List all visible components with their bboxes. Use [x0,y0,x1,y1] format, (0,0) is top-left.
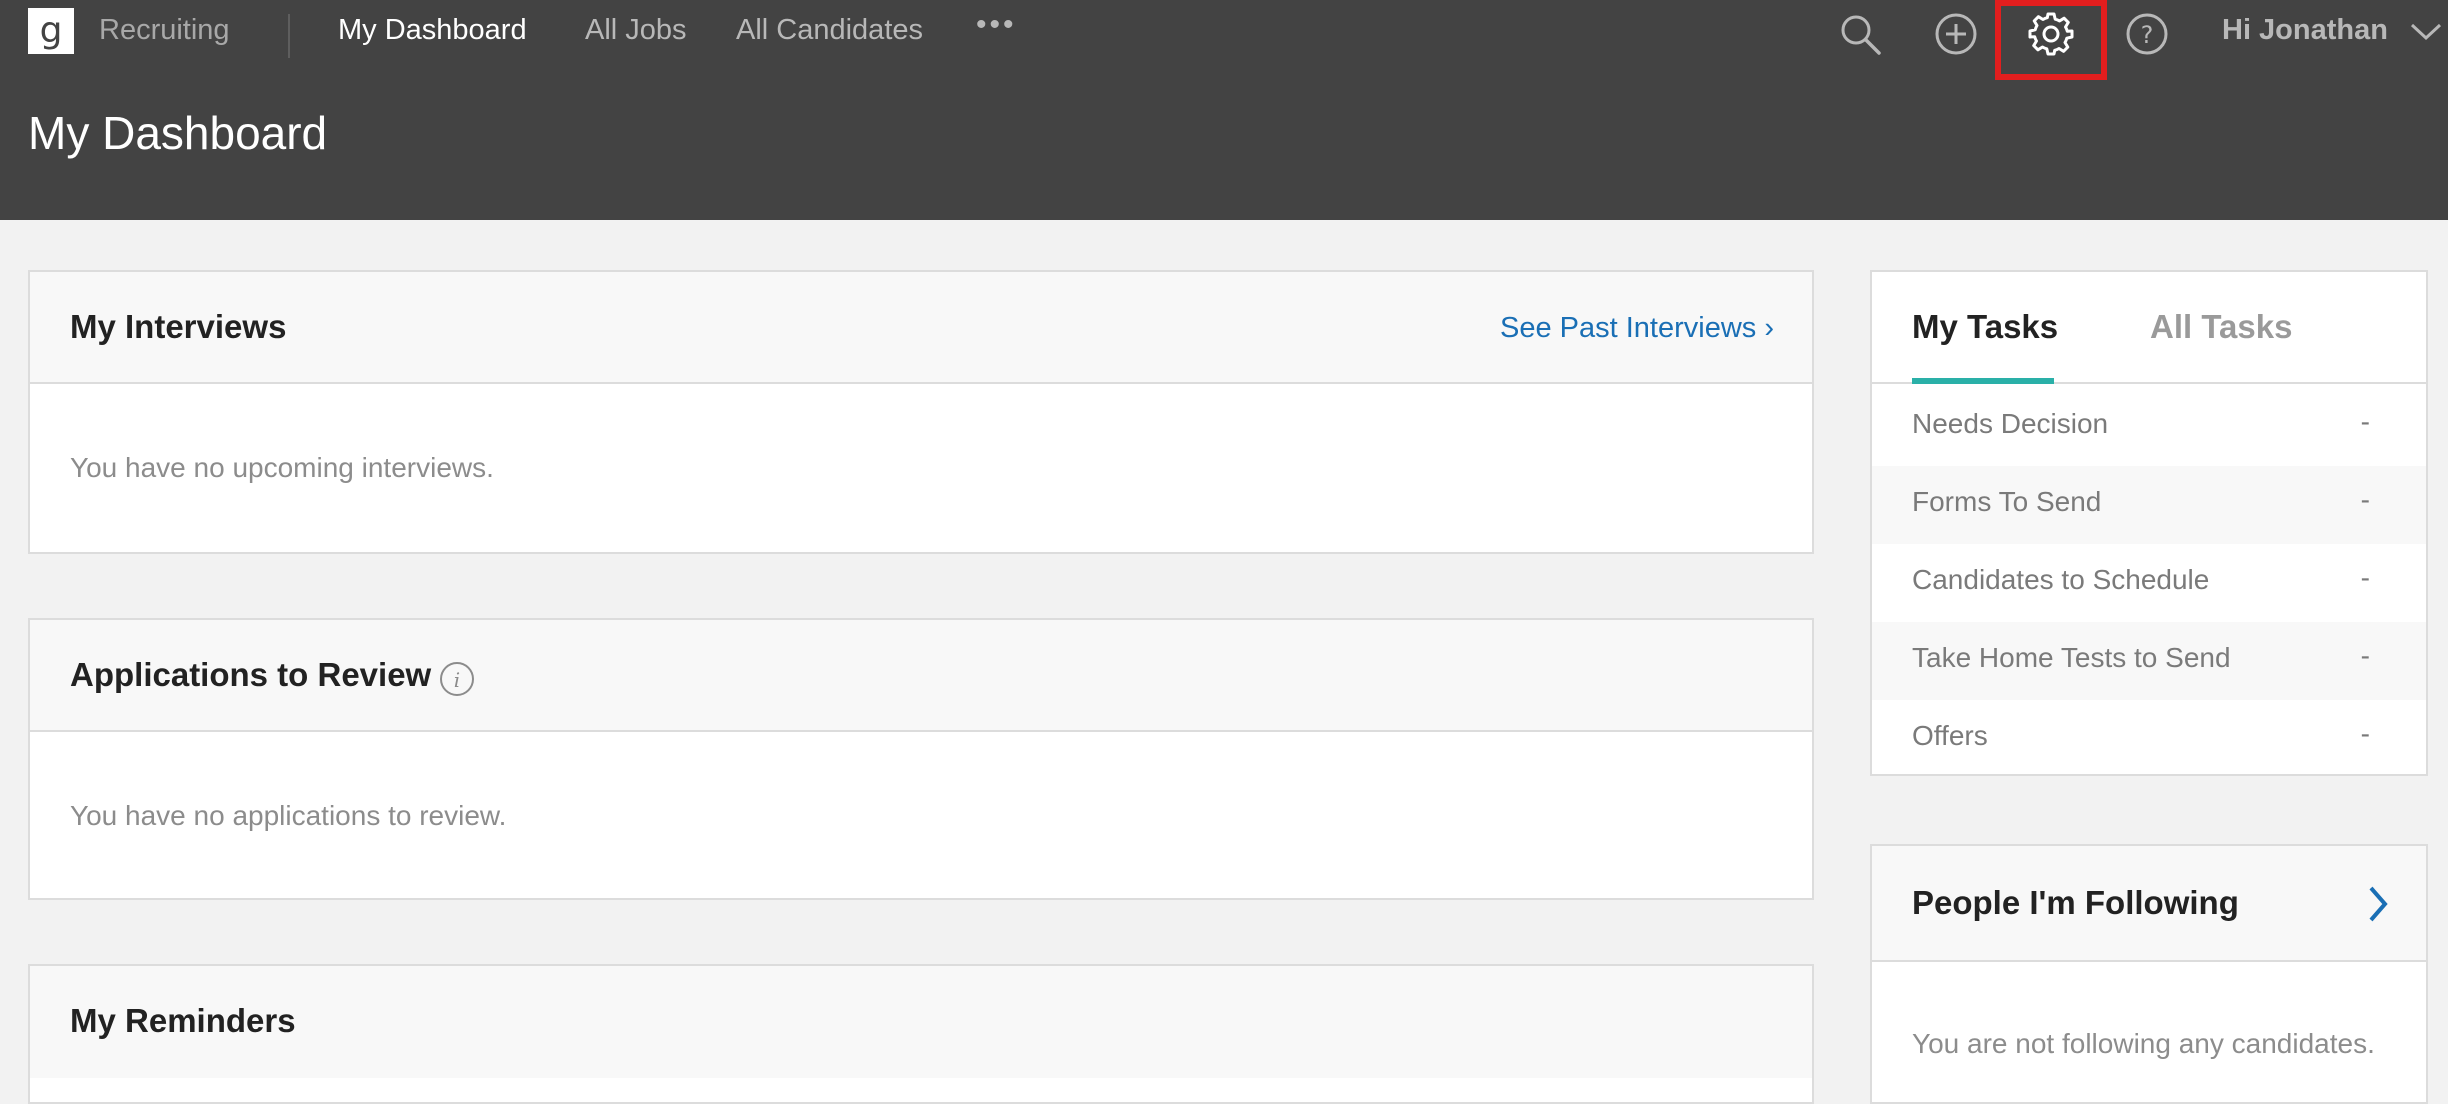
task-row[interactable]: Forms To Send - [1872,466,2426,544]
active-tab-indicator [1912,378,2054,384]
more-menu-icon[interactable]: ••• [976,8,1017,42]
task-row[interactable]: Candidates to Schedule - [1872,544,2426,622]
following-header: People I'm Following [1872,846,2426,962]
svg-text:i: i [454,668,460,692]
tasks-card: My Tasks All Tasks Needs Decision - Form… [1870,270,2428,776]
tasks-tabs: My Tasks All Tasks [1872,272,2426,384]
my-interviews-card: My Interviews See Past Interviews › You … [28,270,1814,554]
info-icon[interactable]: i [438,660,476,698]
top-header: g Recruiting My Dashboard All Jobs All C… [0,0,2448,220]
task-count: - [2360,718,2370,749]
reminders-card: My Reminders [28,964,1814,1104]
help-icon[interactable]: ? [2123,10,2171,58]
task-row[interactable]: Needs Decision - [1872,388,2426,466]
nav-divider [288,14,290,58]
add-circle-icon[interactable] [1932,10,1980,58]
task-label: Forms To Send [1912,486,2102,517]
task-count: - [2360,484,2370,515]
following-card: People I'm Following You are not followi… [1870,844,2428,1104]
applications-empty-text: You have no applications to review. [70,800,507,831]
my-interviews-header: My Interviews See Past Interviews › [30,272,1812,384]
tab-my-tasks[interactable]: My Tasks [1912,308,2058,346]
applications-title: Applications to Review [70,656,432,693]
nav-my-dashboard[interactable]: My Dashboard [338,14,527,47]
following-empty-text: You are not following any candidates. [1912,1028,2375,1059]
nav-all-candidates[interactable]: All Candidates [736,14,923,47]
page-title: My Dashboard [28,107,328,159]
my-interviews-title: My Interviews [70,308,287,345]
task-count: - [2360,562,2370,593]
task-count: - [2360,640,2370,671]
reminders-header: My Reminders [30,966,1812,1078]
nav-all-jobs[interactable]: All Jobs [585,14,687,47]
interviews-empty-text: You have no upcoming interviews. [70,452,494,483]
chevron-down-icon [2411,24,2442,41]
tab-all-tasks[interactable]: All Tasks [2150,308,2292,346]
app-name[interactable]: Recruiting [99,14,230,47]
user-menu[interactable]: Hi Jonathan [2222,14,2444,47]
see-past-interviews-link[interactable]: See Past Interviews › [1500,312,1774,345]
reminders-title: My Reminders [70,1002,296,1039]
task-row[interactable]: Take Home Tests to Send - [1872,622,2426,700]
task-row[interactable]: Offers - [1872,700,2426,778]
chevron-right-icon[interactable] [2366,884,2390,924]
following-title: People I'm Following [1912,884,2239,921]
svg-text:?: ? [2141,21,2154,49]
task-label: Take Home Tests to Send [1912,642,2231,673]
settings-highlight [1995,0,2107,80]
task-label: Offers [1912,720,1988,751]
task-label: Needs Decision [1912,408,2109,439]
task-label: Candidates to Schedule [1912,564,2210,595]
applications-header: Applications to Review i [30,620,1812,732]
greenhouse-logo-icon[interactable]: g [28,8,74,54]
search-icon[interactable] [1836,10,1884,58]
task-count: - [2360,406,2370,437]
applications-card: Applications to Review i You have no app… [28,618,1814,900]
user-greeting: Hi Jonathan [2222,14,2388,46]
